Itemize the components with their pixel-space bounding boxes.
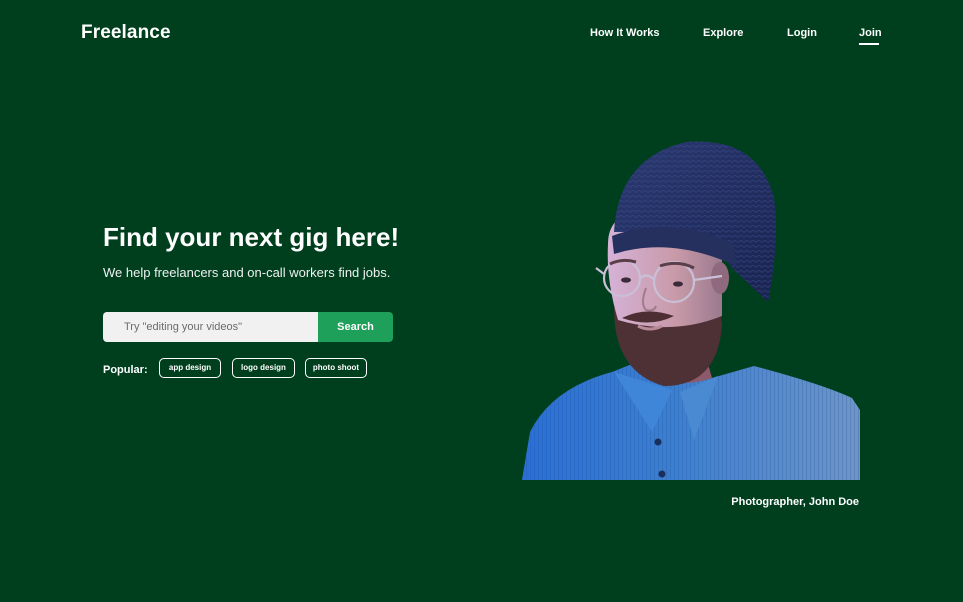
brand-logo[interactable]: Freelance <box>81 22 171 44</box>
nav-login[interactable]: Login <box>787 27 817 39</box>
hero-subtitle: We help freelancers and on-call workers … <box>103 265 391 280</box>
eye <box>673 281 683 287</box>
search-button[interactable]: Search <box>318 312 393 342</box>
nav-explore[interactable]: Explore <box>703 27 743 39</box>
tag-photo-shoot[interactable]: photo shoot <box>305 358 367 378</box>
tag-logo-design[interactable]: logo design <box>232 358 295 378</box>
hero-title: Find your next gig here! <box>103 222 400 252</box>
shirt-button <box>658 470 666 478</box>
photo-caption: Photographer, John Doe <box>731 496 859 508</box>
eye <box>621 277 631 283</box>
nav-how-it-works[interactable]: How It Works <box>590 27 659 39</box>
shirt-button <box>654 438 662 446</box>
nav-join-underline <box>859 43 879 45</box>
tag-app-design[interactable]: app design <box>159 358 221 378</box>
search-input[interactable] <box>103 312 318 342</box>
nav-join[interactable]: Join <box>859 27 882 39</box>
search-bar: Search <box>103 312 393 342</box>
portrait-photo <box>522 141 860 480</box>
popular-label: Popular: <box>103 364 148 376</box>
